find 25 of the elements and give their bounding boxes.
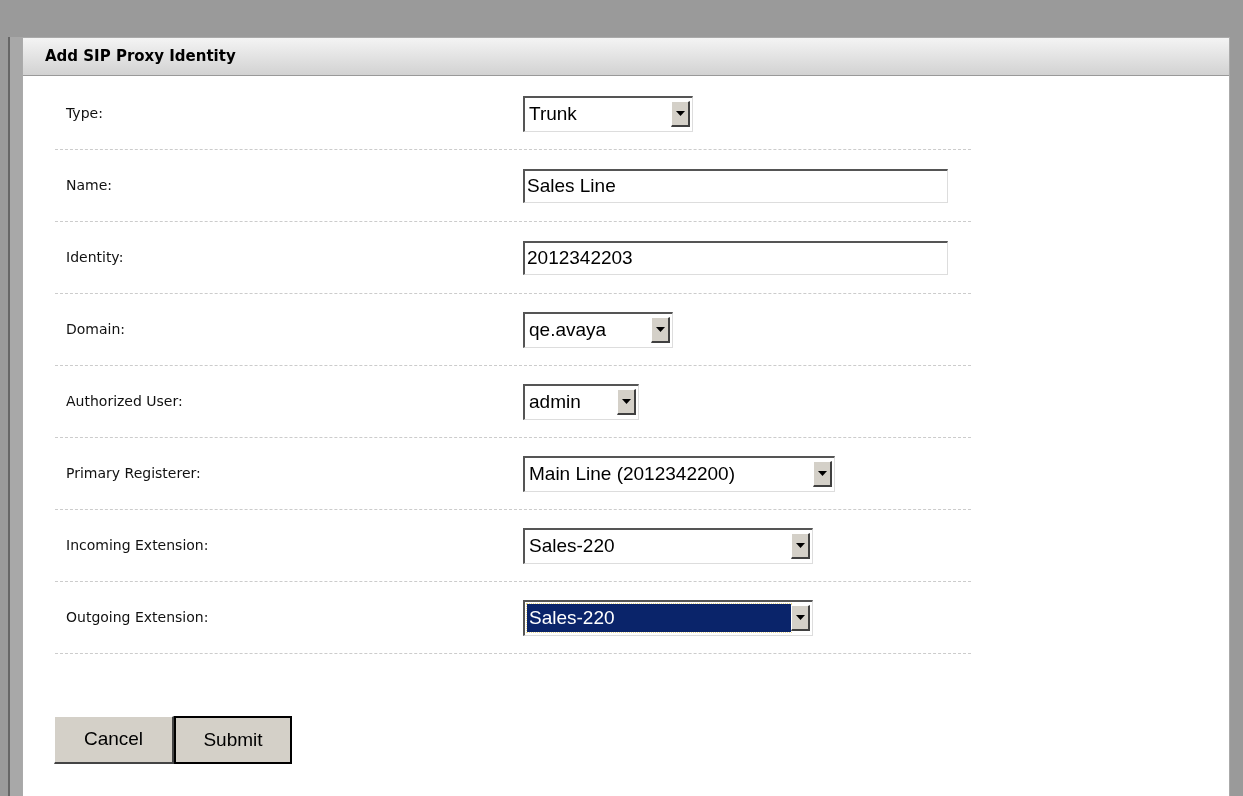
field-label: Domain: bbox=[65, 320, 127, 339]
text-field[interactable]: Sales Line bbox=[523, 168, 948, 203]
field-label: Type: bbox=[65, 104, 104, 123]
dropdown-value: qe.avaya bbox=[528, 317, 608, 342]
field-label: Incoming Extension: bbox=[65, 536, 210, 555]
field-label: Outgoing Extension: bbox=[65, 608, 210, 627]
dropdown-select[interactable]: Sales-220 bbox=[523, 599, 813, 636]
cancel-button[interactable]: Cancel bbox=[54, 716, 174, 764]
submit-button[interactable]: Submit bbox=[174, 716, 292, 764]
panel-title: Add SIP Proxy Identity bbox=[45, 46, 236, 68]
dropdown-select[interactable]: qe.avaya bbox=[523, 311, 673, 348]
text-field[interactable]: 2012342203 bbox=[523, 240, 948, 275]
field-label: Identity: bbox=[65, 248, 125, 267]
dropdown-value: Trunk bbox=[528, 101, 578, 126]
dropdown-value: admin bbox=[528, 389, 582, 414]
dropdown-select[interactable]: Main Line (2012342200) bbox=[523, 455, 835, 492]
dropdown-select[interactable]: Trunk bbox=[523, 95, 693, 132]
dropdown-value: Sales-220 bbox=[527, 604, 791, 632]
field-label: Primary Registerer: bbox=[65, 464, 202, 483]
dropdown-value: Main Line (2012342200) bbox=[528, 461, 736, 486]
dropdown-value: Sales-220 bbox=[528, 533, 616, 558]
dropdown-select[interactable]: Sales-220 bbox=[523, 527, 813, 564]
dropdown-select[interactable]: admin bbox=[523, 383, 639, 420]
field-label: Authorized User: bbox=[65, 392, 184, 411]
field-label: Name: bbox=[65, 176, 114, 195]
